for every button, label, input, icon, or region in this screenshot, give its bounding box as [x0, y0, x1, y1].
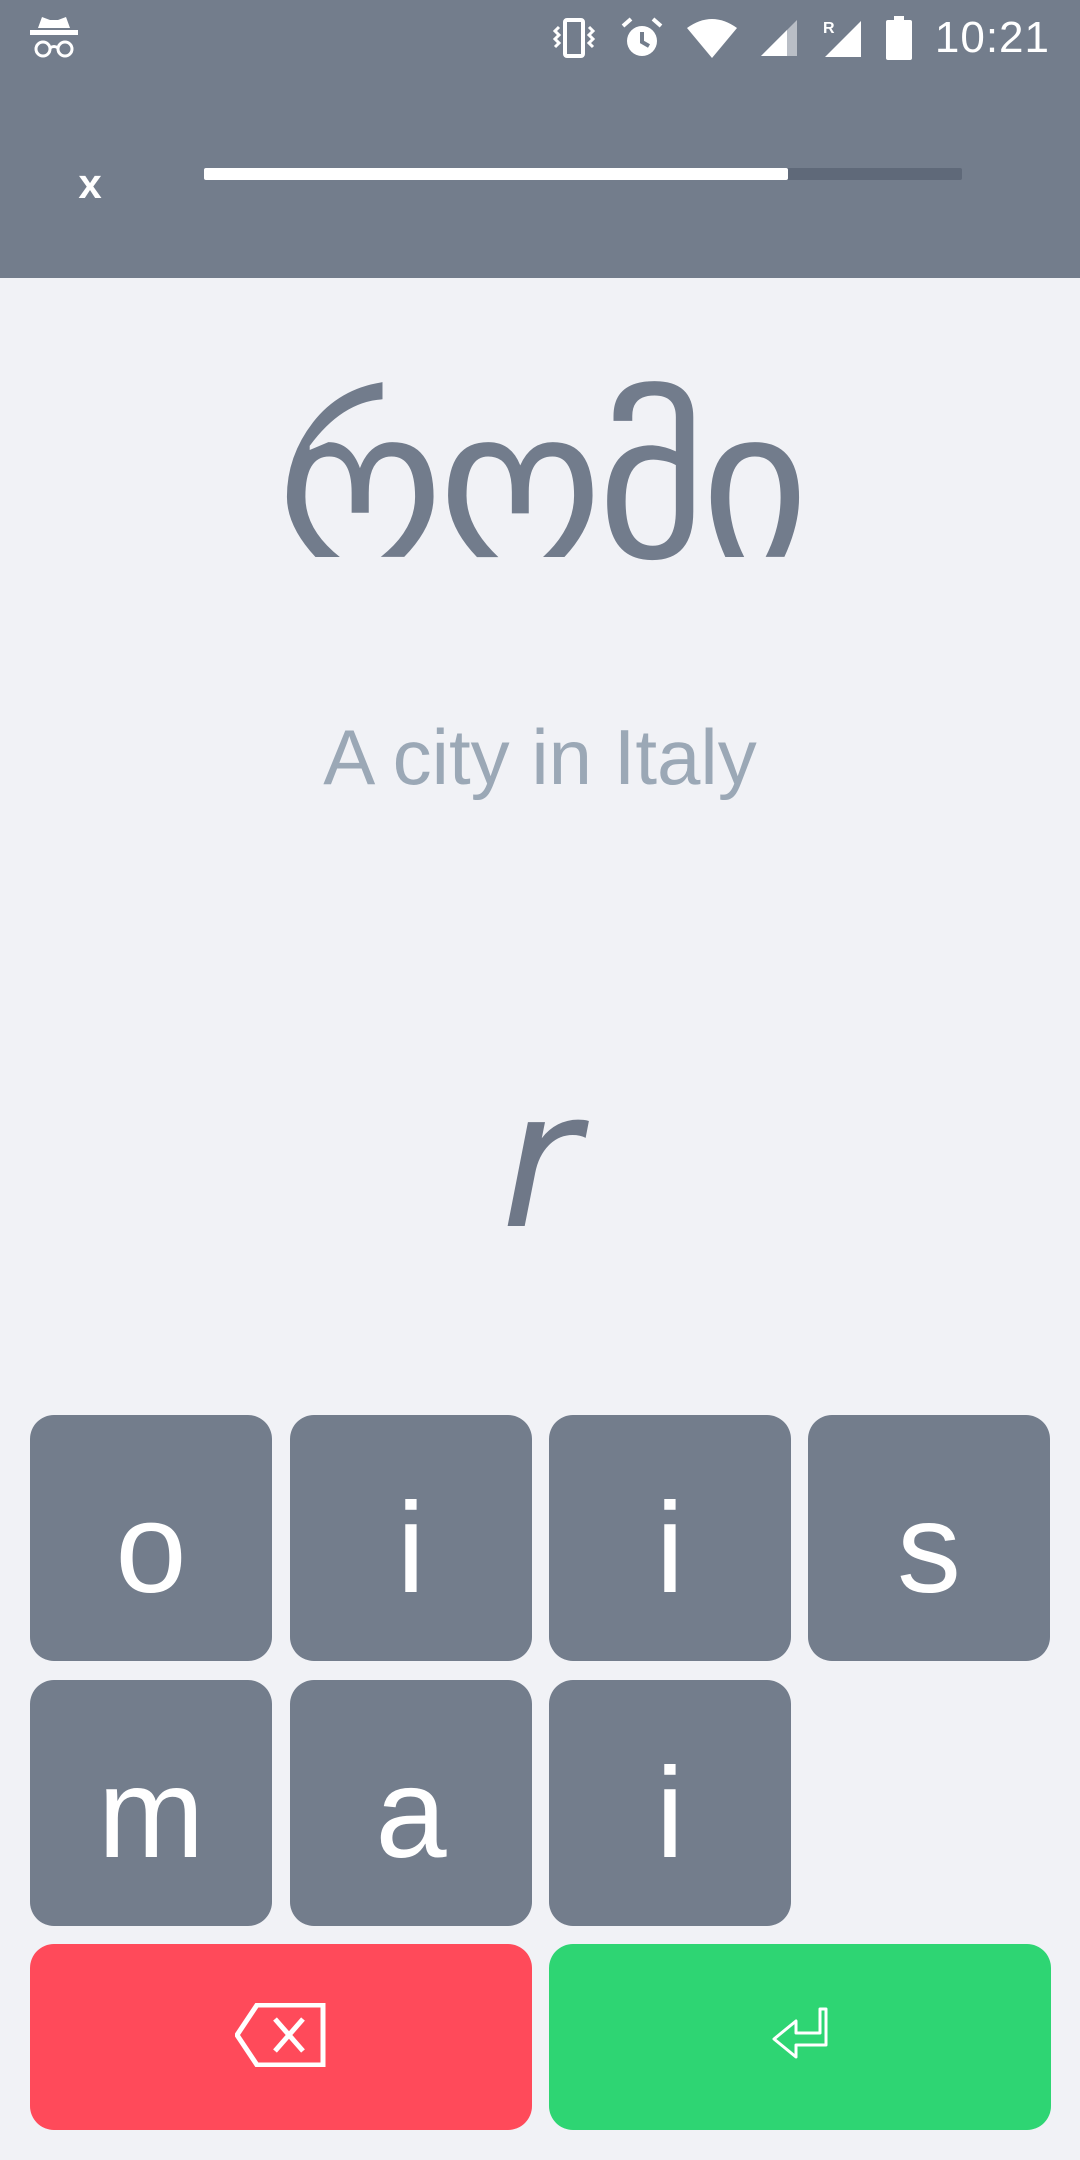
clock-time: 10:21	[934, 13, 1050, 62]
enter-icon	[770, 2005, 830, 2069]
backspace-icon	[233, 2002, 327, 2071]
lesson-progress-fill	[204, 168, 788, 180]
letter-key[interactable]: m	[30, 1680, 272, 1926]
letter-key[interactable]: i	[549, 1415, 791, 1661]
signal-icon	[759, 18, 799, 58]
delete-button[interactable]	[30, 1944, 532, 2130]
roaming-signal-icon: R	[821, 17, 863, 59]
incognito-icon	[28, 14, 80, 60]
enter-button[interactable]	[549, 1944, 1051, 2130]
wifi-icon	[686, 18, 737, 58]
status-bar: R 10:21	[0, 0, 1080, 74]
letter-key[interactable]: o	[30, 1415, 272, 1661]
close-button[interactable]: x	[60, 154, 120, 214]
vibrate-icon	[551, 17, 597, 59]
lesson-progress-bar	[204, 168, 962, 180]
alarm-icon	[619, 16, 665, 60]
target-word: რომი	[276, 362, 810, 607]
letter-key[interactable]: i	[290, 1415, 532, 1661]
letter-key[interactable]: i	[549, 1680, 791, 1926]
answer-input-display: r	[500, 1050, 580, 1271]
letter-key[interactable]: s	[808, 1415, 1050, 1661]
svg-text:R: R	[823, 20, 835, 37]
word-hint: A city in Italy	[323, 713, 757, 801]
letter-key[interactable]: a	[290, 1680, 532, 1926]
lesson-header: x	[0, 74, 1080, 278]
battery-icon	[885, 16, 913, 60]
